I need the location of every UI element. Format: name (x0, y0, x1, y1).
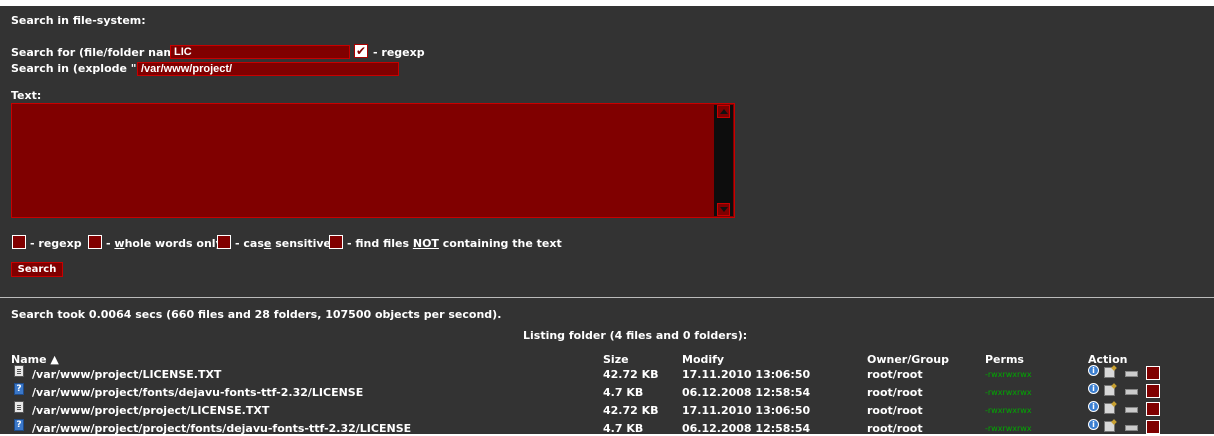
scroll-up-button[interactable] (717, 105, 730, 118)
arrow-down-icon (720, 207, 728, 212)
listing-caption: Listing folder (4 files and 0 folders): (523, 329, 748, 342)
file-modify: 17.11.2010 13:06:50 (682, 368, 811, 381)
info-icon[interactable]: i (1088, 383, 1099, 394)
file-size: 4.7 KB (603, 386, 644, 399)
scroll-down-button[interactable] (717, 203, 730, 216)
row-select-checkbox[interactable] (1146, 420, 1160, 434)
file-size: 42.72 KB (603, 368, 659, 381)
column-header-size[interactable]: Size (603, 353, 629, 366)
edit-icon[interactable] (1104, 421, 1115, 432)
row-select-checkbox[interactable] (1146, 366, 1160, 380)
file-name-link[interactable]: /var/www/project/fonts/dejavu-fonts-ttf-… (32, 386, 363, 399)
download-icon[interactable] (1125, 407, 1138, 413)
column-header-owner[interactable]: Owner/Group (867, 353, 949, 366)
unknown-file-icon: ? (14, 419, 24, 431)
row-select-checkbox[interactable] (1146, 402, 1160, 416)
path-search-input[interactable] (137, 62, 399, 76)
column-header-modify[interactable]: Modify (682, 353, 724, 366)
name-search-input[interactable] (170, 45, 350, 59)
case-sensitive-label: - case sensitive (235, 237, 332, 250)
path-label: Search in (explode ";"): (11, 62, 157, 75)
edit-icon[interactable] (1104, 403, 1115, 414)
not-containing-checkbox[interactable] (329, 235, 343, 249)
unknown-file-icon: ? (14, 383, 24, 395)
info-icon[interactable]: i (1088, 365, 1099, 376)
row-select-checkbox[interactable] (1146, 384, 1160, 398)
arrow-up-icon (720, 109, 728, 114)
name-regexp-checkbox[interactable]: ✔ (354, 44, 368, 58)
search-button[interactable]: Search (11, 262, 63, 277)
name-regexp-label: - regexp (373, 46, 425, 59)
search-summary: Search took 0.0064 secs (660 files and 2… (11, 308, 502, 321)
not-containing-label: - find files NOT containing the text (347, 237, 562, 250)
divider (0, 297, 1214, 298)
case-sensitive-checkbox[interactable] (217, 235, 231, 249)
info-icon[interactable]: i (1088, 419, 1099, 430)
text-regexp-label: - regexp (30, 237, 82, 250)
textarea-scrollbar[interactable] (714, 105, 733, 216)
edit-icon[interactable] (1104, 385, 1115, 396)
download-icon[interactable] (1125, 371, 1138, 377)
file-perms-link[interactable]: -rwxrwxrwx (985, 406, 1032, 415)
column-header-perms[interactable]: Perms (985, 353, 1024, 366)
file-owner: root/root (867, 404, 923, 417)
text-regexp-checkbox[interactable] (12, 235, 26, 249)
file-size: 42.72 KB (603, 404, 659, 417)
file-modify: 17.11.2010 13:06:50 (682, 404, 811, 417)
top-frame-border (0, 0, 1214, 6)
section-title: Search in file-system: (11, 14, 146, 27)
file-owner: root/root (867, 386, 923, 399)
text-label: Text: (11, 89, 42, 102)
text-file-icon (14, 365, 24, 377)
text-search-textarea[interactable] (11, 103, 735, 218)
file-perms-link[interactable]: -rwxrwxrwx (985, 424, 1032, 433)
file-modify: 06.12.2008 12:58:54 (682, 386, 811, 399)
file-perms-link[interactable]: -rwxrwxrwx (985, 370, 1032, 379)
text-file-icon (14, 401, 24, 413)
download-icon[interactable] (1125, 389, 1138, 395)
name-label: Search for (file/folder name): (11, 46, 192, 59)
edit-icon[interactable] (1104, 367, 1115, 378)
whole-words-checkbox[interactable] (88, 235, 102, 249)
download-icon[interactable] (1125, 425, 1138, 431)
info-icon[interactable]: i (1088, 401, 1099, 412)
file-name-link[interactable]: /var/www/project/project/LICENSE.TXT (32, 404, 269, 417)
file-perms-link[interactable]: -rwxrwxrwx (985, 388, 1032, 397)
checkmark-icon: ✔ (355, 44, 367, 58)
file-owner: root/root (867, 368, 923, 381)
file-name-link[interactable]: /var/www/project/LICENSE.TXT (32, 368, 221, 381)
whole-words-label: - whole words only (106, 237, 223, 250)
